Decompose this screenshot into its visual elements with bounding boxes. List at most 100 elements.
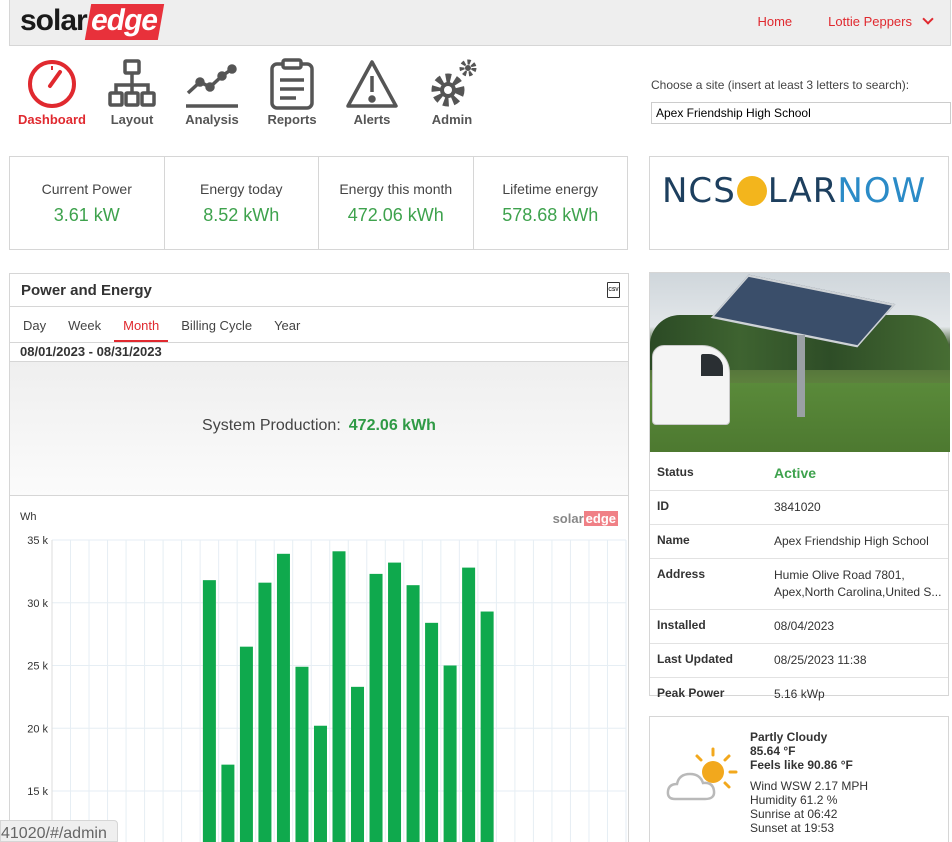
nav-label: Analysis	[185, 112, 239, 127]
bar-day-17[interactable]	[351, 686, 365, 842]
kpi-label: Energy today	[200, 181, 283, 197]
address-line2: Apex,North Carolina,United S...	[774, 585, 941, 599]
sun-icon	[736, 176, 767, 206]
row-value: 5.16 kWp	[774, 687, 825, 701]
site-row-peak-power: Peak Power 5.16 kWp	[650, 677, 948, 711]
bar-day-10[interactable]	[221, 764, 235, 842]
site-row-address: Address Humie Olive Road 7801, Apex,North …	[650, 558, 948, 609]
system-production: System Production: 472.06 kWh	[10, 362, 628, 496]
bar-day-13[interactable]	[276, 553, 290, 842]
weather-humidity: Humidity 61.2 %	[750, 793, 838, 807]
row-key: Installed	[657, 618, 706, 632]
bar-day-16[interactable]	[332, 551, 346, 842]
row-key: Address	[657, 567, 706, 581]
energy-chart: solar edge Wh 35 k 30 k 25 k 20 k 15 k	[10, 496, 628, 842]
site-details-panel: Status Active ID 3841020 Name Apex Friendsh…	[649, 272, 950, 701]
site-search-input[interactable]	[651, 102, 951, 124]
kpi-value: 472.06 kWh	[347, 205, 444, 225]
solaredge-logo[interactable]: solaredge	[20, 4, 164, 40]
panel-title: Power and Energy	[21, 282, 152, 299]
bar-day-9[interactable]	[202, 580, 216, 842]
gears-icon	[431, 59, 477, 107]
tab-year[interactable]: Year	[263, 307, 311, 342]
nav-label: Alerts	[353, 112, 391, 127]
bar-day-23[interactable]	[462, 567, 476, 842]
top-nav: Home Lottie Peppers	[757, 13, 934, 29]
bar-day-20[interactable]	[406, 585, 420, 842]
sitemap-icon	[108, 59, 156, 107]
line-chart-icon	[186, 64, 238, 108]
nav-alerts[interactable]: Alerts	[332, 58, 412, 127]
weather-panel: Partly Cloudy 85.64 °F Feels like 90.86 …	[649, 716, 949, 842]
nav-label: Reports	[267, 112, 317, 127]
bar-day-21[interactable]	[425, 622, 439, 842]
nav-analysis[interactable]: Analysis	[172, 58, 252, 127]
weather-details: Partly Cloudy 85.64 °F Feels like 90.86 …	[750, 730, 868, 835]
weather-condition: Partly Cloudy	[750, 730, 828, 744]
bar-day-15[interactable]	[313, 725, 327, 842]
nc-solar-now-logo: NCS LARNOW	[662, 171, 926, 211]
partly-cloudy-icon	[666, 747, 738, 801]
nav-dashboard[interactable]: Dashboard	[12, 58, 92, 127]
kpi-label: Lifetime energy	[502, 181, 599, 197]
partner-logo-panel: NCS LARNOW	[649, 156, 949, 250]
nav-layout[interactable]: Layout	[92, 58, 172, 127]
row-value: 08/25/2023 11:38	[774, 653, 867, 667]
y-axis-label: Wh	[20, 511, 37, 523]
nav-label: Admin	[431, 112, 473, 127]
panel-header: Power and Energy CSV	[10, 274, 628, 307]
weather-sunrise: Sunrise at 06:42	[750, 807, 838, 821]
bar-day-19[interactable]	[388, 562, 402, 842]
bar-day-18[interactable]	[369, 573, 383, 842]
site-row-status: Status Active	[650, 452, 948, 490]
kpi-lifetime-energy: Lifetime energy 578.68 kWh	[474, 157, 628, 249]
row-key: Name	[657, 533, 690, 547]
home-link[interactable]: Home	[757, 14, 792, 29]
site-row-id: ID 3841020	[650, 490, 948, 524]
bar-day-14[interactable]	[295, 666, 309, 842]
date-range: 08/01/2023 - 08/31/2023	[10, 343, 628, 362]
row-key: ID	[657, 499, 669, 513]
kpi-value: 578.68 kWh	[502, 205, 599, 225]
top-bar: solaredge Home Lottie Peppers	[9, 0, 951, 46]
bar-day-12[interactable]	[258, 582, 272, 842]
kpi-label: Energy this month	[339, 181, 453, 197]
production-label: System Production:	[202, 417, 341, 434]
kpi-panel: Current Power 3.61 kW Energy today 8.52 kW…	[9, 156, 628, 250]
tab-day[interactable]: Day	[12, 307, 57, 342]
weather-temp: 85.64 °F	[750, 744, 796, 758]
row-key: Status	[657, 465, 694, 479]
row-key: Peak Power	[657, 686, 725, 700]
user-menu[interactable]: Lottie Peppers	[828, 13, 934, 29]
tab-billing-cycle[interactable]: Billing Cycle	[170, 307, 263, 342]
row-value: 08/04/2023	[774, 619, 835, 633]
kpi-value: 8.52 kWh	[203, 205, 280, 225]
site-info-table: Status Active ID 3841020 Name Apex Friendsh…	[650, 452, 948, 711]
kpi-label: Current Power	[41, 181, 132, 197]
warning-triangle-icon	[346, 60, 398, 108]
main-nav: Dashboard Layout Analysis Reports Alerts…	[12, 58, 492, 127]
bar-day-24[interactable]	[480, 611, 494, 842]
chevron-down-icon	[922, 13, 934, 25]
site-photo	[650, 273, 950, 452]
nav-admin[interactable]: Admin	[412, 58, 492, 127]
status-bar-url: 41020/#/admin	[0, 820, 118, 842]
weather-sunset: Sunset at 19:53	[750, 821, 835, 835]
bar-chart: Wh 35 k 30 k 25 k 20 k 15 k	[20, 511, 627, 842]
kpi-energy-month: Energy this month 472.06 kWh	[319, 157, 474, 249]
clipboard-icon	[270, 58, 314, 110]
nav-reports[interactable]: Reports	[252, 58, 332, 127]
site-row-last-updated: Last Updated 08/25/2023 11:38	[650, 643, 948, 677]
nav-label: Layout	[110, 112, 154, 127]
bar-day-11[interactable]	[239, 646, 253, 842]
row-key: Last Updated	[657, 652, 734, 666]
site-row-installed: Installed 08/04/2023	[650, 609, 948, 643]
logo-text-s: S	[713, 171, 736, 211]
bar-day-22[interactable]	[443, 665, 457, 842]
weather-feels-like: Feels like 90.86 °F	[750, 758, 853, 772]
tab-month[interactable]: Month	[112, 307, 170, 342]
csv-export-icon[interactable]: CSV	[607, 282, 620, 298]
kpi-current-power: Current Power 3.61 kW	[10, 157, 165, 249]
logo-text-nc: NC	[662, 171, 714, 211]
tab-week[interactable]: Week	[57, 307, 112, 342]
